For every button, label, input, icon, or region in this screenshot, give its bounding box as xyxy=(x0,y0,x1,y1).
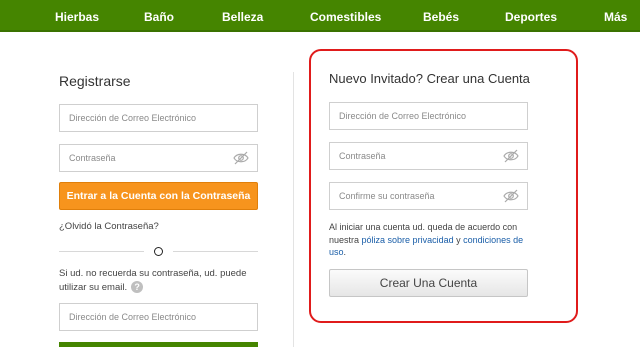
login-password-placeholder: Contraseña xyxy=(69,153,116,163)
login-password-field[interactable]: Contraseña xyxy=(59,144,258,172)
nav-item-mas[interactable]: Más xyxy=(604,0,627,32)
nav-item-hierbas[interactable]: Hierbas xyxy=(55,0,99,32)
email-link-placeholder: Dirección de Correo Electrónico xyxy=(69,312,197,322)
guest-confirm-placeholder: Confirme su contraseña xyxy=(339,191,435,201)
terms-text: Al iniciar una cuenta ud. queda de acuer… xyxy=(329,221,534,259)
email-link-button[interactable] xyxy=(59,342,258,347)
divider-left-line xyxy=(59,251,144,252)
nav-item-comestibles[interactable]: Comestibles xyxy=(310,0,381,32)
privacy-policy-link[interactable]: póliza sobre privacidad xyxy=(362,235,454,245)
eye-slash-icon[interactable] xyxy=(503,189,519,203)
guest-email-field[interactable]: Dirección de Correo Electrónico xyxy=(329,102,528,130)
divider-or-mark: O xyxy=(154,247,163,256)
email-login-hint-text: Si ud. no recuerda su contraseña, ud. pu… xyxy=(59,268,247,293)
email-link-field[interactable]: Dirección de Correo Electrónico xyxy=(59,303,258,331)
login-email-field[interactable]: Dirección de Correo Electrónico xyxy=(59,104,258,132)
nav-item-belleza[interactable]: Belleza xyxy=(222,0,263,32)
nav-item-bebes[interactable]: Bebés xyxy=(423,0,459,32)
guest-confirm-password-field[interactable]: Confirme su contraseña xyxy=(329,182,528,210)
email-login-hint: Si ud. no recuerda su contraseña, ud. pu… xyxy=(59,267,274,295)
login-title: Registrarse xyxy=(59,73,131,89)
create-account-button[interactable]: Crear Una Cuenta xyxy=(329,269,528,297)
guest-email-placeholder: Dirección de Correo Electrónico xyxy=(339,111,467,121)
guest-password-field[interactable]: Contraseña xyxy=(329,142,528,170)
guest-password-placeholder: Contraseña xyxy=(339,151,386,161)
terms-and: y xyxy=(453,234,464,245)
nav-item-bano[interactable]: Baño xyxy=(144,0,174,32)
divider-right-line xyxy=(173,251,258,252)
question-circle-icon[interactable]: ? xyxy=(131,281,144,294)
nav-item-deportes[interactable]: Deportes xyxy=(505,0,557,32)
guest-title: Nuevo Invitado? Crear una Cuenta xyxy=(329,71,530,86)
eye-slash-icon[interactable] xyxy=(233,151,249,165)
login-email-placeholder: Dirección de Correo Electrónico xyxy=(69,113,197,123)
terms-suffix: . xyxy=(343,247,347,257)
top-navigation-bar: Hierbas Baño Belleza Comestibles Bebés D… xyxy=(0,0,640,32)
login-submit-button[interactable]: Entrar a la Cuenta con la Contraseña xyxy=(59,182,258,210)
forgot-password-link[interactable]: ¿Olvidó la Contraseña? xyxy=(59,220,159,234)
column-separator xyxy=(293,72,294,347)
eye-slash-icon[interactable] xyxy=(503,149,519,163)
